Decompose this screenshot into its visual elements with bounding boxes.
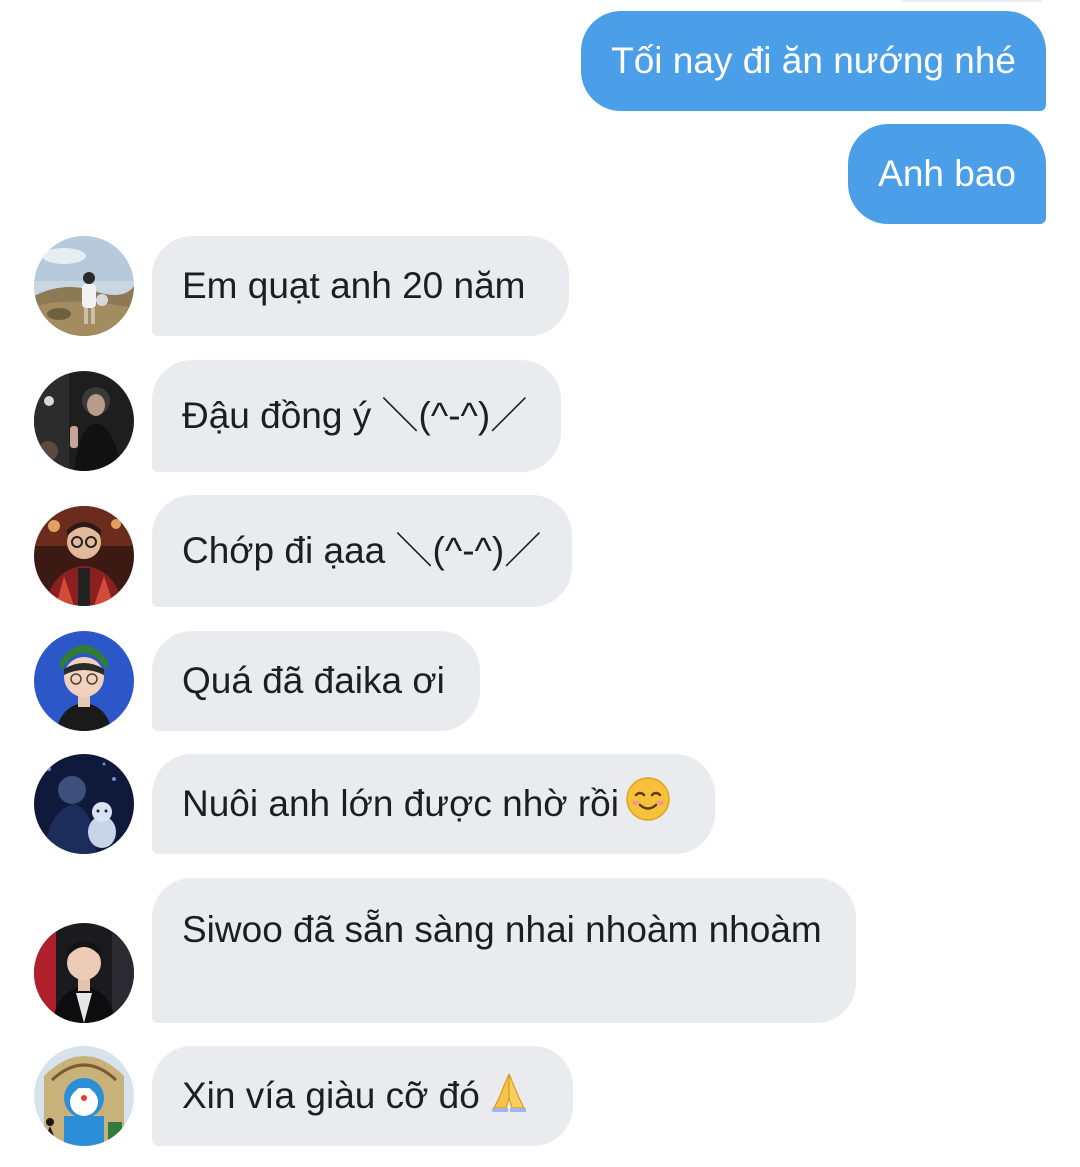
avatar[interactable]: [34, 236, 134, 336]
incoming-message[interactable]: Chớp đi ạaa ＼(^-^)／: [152, 495, 572, 607]
message-text: Anh bao: [878, 153, 1016, 194]
message-text: Tối nay đi ăn nướng nhé: [611, 40, 1016, 81]
incoming-message[interactable]: Siwoo đã sẵn sàng nhai nhoàm nhoàm: [152, 878, 856, 1023]
message-text: Chớp đi ạaa ＼(^-^)／: [182, 530, 542, 571]
incoming-message[interactable]: Em quạt anh 20 năm: [152, 236, 569, 336]
avatar[interactable]: [34, 631, 134, 731]
avatar[interactable]: [34, 923, 134, 1023]
previous-message-edge: [902, 0, 1042, 2]
avatar-photo-green-hat: [34, 631, 134, 731]
folded-hands-emoji: [486, 1068, 532, 1124]
avatar-photo-field: [34, 236, 134, 336]
avatar-photo-dark: [34, 371, 134, 471]
avatar[interactable]: [34, 754, 134, 854]
avatar-photo-glasses: [34, 506, 134, 606]
message-text: Em quạt anh 20 năm: [182, 265, 526, 306]
outgoing-message[interactable]: Tối nay đi ăn nướng nhé: [581, 11, 1046, 111]
avatar[interactable]: [34, 371, 134, 471]
message-text: Xin vía giàu cỡ đó: [182, 1075, 480, 1116]
incoming-message[interactable]: Xin vía giàu cỡ đó: [152, 1046, 573, 1146]
avatar-photo-coat: [34, 923, 134, 1023]
message-text: Quá đã đaika ơi: [182, 660, 445, 701]
message-text: Siwoo đã sẵn sàng nhai nhoàm nhoàm: [182, 909, 822, 950]
avatar[interactable]: [34, 506, 134, 606]
incoming-message[interactable]: Đậu đồng ý ＼(^-^)／: [152, 360, 561, 472]
avatar-photo-night: [34, 754, 134, 854]
avatar[interactable]: [34, 1046, 134, 1146]
incoming-message[interactable]: Nuôi anh lớn được nhờ rồi: [152, 754, 715, 854]
incoming-message[interactable]: Quá đã đaika ơi: [152, 631, 480, 731]
outgoing-message[interactable]: Anh bao: [848, 124, 1046, 224]
avatar-photo-doraemon: [34, 1046, 134, 1146]
message-text: Nuôi anh lớn được nhờ rồi: [182, 783, 619, 824]
smiling-face-emoji: [625, 776, 671, 832]
message-text: Đậu đồng ý ＼(^-^)／: [182, 395, 528, 436]
